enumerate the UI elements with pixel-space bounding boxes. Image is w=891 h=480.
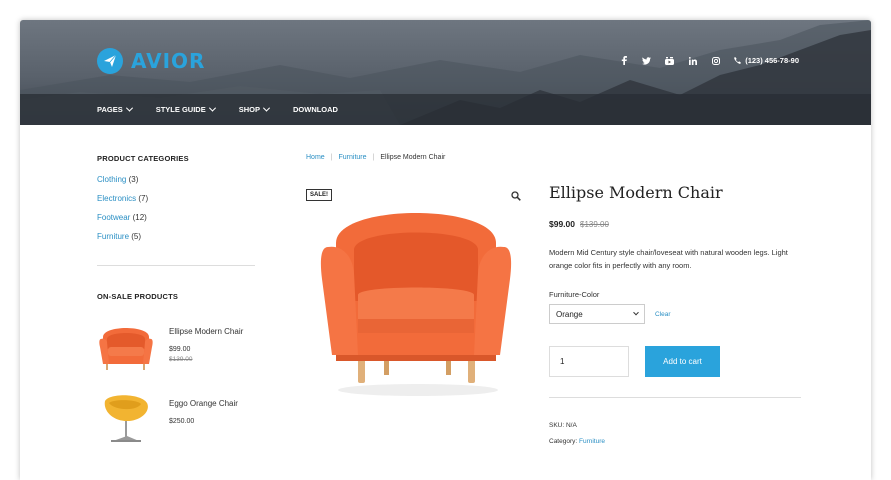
linkedin-icon[interactable] [688, 56, 697, 65]
cart-row: 1 Add to cart [549, 346, 801, 377]
list-item[interactable]: Ellipse Modern Chair $99.00 $139.00 [97, 317, 255, 389]
variation-label: Furniture-Color [549, 290, 600, 299]
sku-value: N/A [565, 422, 577, 429]
product-meta: SKU: N/A Category: Furniture [549, 418, 801, 450]
sale-product-price: $99.00 [169, 346, 191, 353]
main-nav-bar: PAGES STYLE GUIDE SHOP DOWNLOAD [20, 94, 871, 125]
product-price: $99.00 $139.00 [549, 219, 801, 229]
category-list: Clothing (3) Electronics (7) Footwear (1… [97, 175, 255, 251]
orange-armchair-thumbnail[interactable] [97, 317, 155, 375]
youtube-icon[interactable] [665, 56, 675, 65]
nav-label: STYLE GUIDE [155, 105, 206, 114]
chevron-down-icon [208, 104, 216, 112]
facebook-icon[interactable] [619, 56, 628, 65]
old-price: $139.00 [580, 220, 609, 229]
breadcrumb-category[interactable]: Furniture [339, 154, 367, 161]
category-item-footwear: Footwear (12) [97, 213, 255, 232]
category-row: Category: Furniture [549, 434, 801, 450]
sale-product-old-price: $139.00 [169, 356, 193, 363]
nav-label: SHOP [238, 105, 260, 114]
instagram-icon[interactable] [711, 56, 720, 65]
add-to-cart-button[interactable]: Add to cart [645, 346, 720, 377]
breadcrumb-separator: | [372, 154, 375, 161]
product-description: Modern Mid Century style chair/loveseat … [549, 248, 788, 270]
nav-item-pages[interactable]: PAGES [97, 104, 133, 114]
category-link[interactable]: Furniture [579, 438, 605, 445]
category-link[interactable]: Electronics [97, 194, 136, 203]
nav-item-style-guide[interactable]: STYLE GUIDE [155, 104, 216, 114]
social-bar: (123) 456-78-90 [619, 56, 799, 65]
category-link[interactable]: Clothing [97, 175, 126, 184]
on-sale-list: Ellipse Modern Chair $99.00 $139.00 Eggo… [97, 317, 255, 461]
brand-name: AVIOR [131, 49, 206, 73]
chevron-down-icon [262, 104, 271, 112]
category-count: (5) [131, 232, 142, 241]
sale-product-name[interactable]: Eggo Orange Chair [169, 399, 238, 408]
breadcrumb: Home | Furniture | Ellipse Modern Chair [306, 154, 445, 161]
list-item[interactable]: Eggo Orange Chair $250.00 [97, 389, 255, 461]
color-select[interactable]: Orange [549, 304, 645, 324]
nav-label: DOWNLOAD [292, 105, 338, 114]
chevron-down-icon [633, 309, 639, 316]
product-title: Ellipse Modern Chair [549, 183, 723, 202]
sku-label: SKU: [549, 422, 565, 429]
category-item-clothing: Clothing (3) [97, 175, 255, 194]
product-categories-title: PRODUCT CATEGORIES [97, 154, 189, 163]
variation-row: Orange Clear [549, 304, 801, 324]
quantity-input[interactable]: 1 [549, 346, 629, 377]
on-sale-products-title: ON-SALE PRODUCTS [97, 292, 179, 301]
current-price: $99.00 [549, 219, 575, 229]
sale-product-price: $250.00 [169, 418, 195, 425]
category-count: (12) [132, 213, 147, 222]
breadcrumb-separator: | [330, 154, 333, 161]
category-item-furniture: Furniture (5) [97, 232, 255, 251]
header-hero: AVIOR (123) 456-78-90 PAGES STYLE GUIDE … [20, 20, 871, 125]
product-image-orange-armchair[interactable] [306, 183, 526, 403]
sale-product-name[interactable]: Ellipse Modern Chair [169, 327, 243, 336]
category-label: Category: [549, 438, 578, 445]
sidebar: PRODUCT CATEGORIES Clothing (3) Electron… [97, 154, 255, 461]
clear-link[interactable]: Clear [655, 311, 671, 318]
logo[interactable]: AVIOR [97, 48, 205, 74]
product-summary: Ellipse Modern Chair $99.00 $139.00 Mode… [549, 183, 801, 450]
color-select-value: Orange [556, 309, 583, 319]
phone-icon [734, 57, 742, 64]
category-link[interactable]: Footwear [97, 213, 130, 222]
twitter-icon[interactable] [642, 56, 652, 65]
main-nav: PAGES STYLE GUIDE SHOP DOWNLOAD [97, 94, 338, 125]
nav-label: PAGES [97, 105, 123, 114]
paper-plane-icon [97, 48, 123, 74]
category-link[interactable]: Furniture [97, 232, 129, 241]
sidebar-divider [97, 265, 255, 266]
sale-badge: SALE! [306, 189, 332, 201]
egg-chair-thumbnail[interactable] [97, 389, 155, 447]
breadcrumb-home[interactable]: Home [306, 154, 325, 161]
phone-number[interactable]: (123) 456-78-90 [734, 56, 799, 65]
zoom-icon[interactable] [511, 191, 521, 201]
nav-item-download[interactable]: DOWNLOAD [293, 105, 338, 114]
chevron-down-icon [125, 104, 133, 112]
category-count: (7) [138, 194, 149, 203]
browser-frame: AVIOR (123) 456-78-90 PAGES STYLE GUIDE … [20, 20, 871, 480]
category-count: (3) [128, 175, 139, 184]
phone-text: (123) 456-78-90 [745, 56, 799, 65]
category-item-electronics: Electronics (7) [97, 194, 255, 213]
summary-divider [549, 397, 801, 398]
sku-row: SKU: N/A [549, 418, 801, 434]
nav-item-shop[interactable]: SHOP [238, 104, 271, 114]
breadcrumb-current: Ellipse Modern Chair [380, 154, 446, 161]
